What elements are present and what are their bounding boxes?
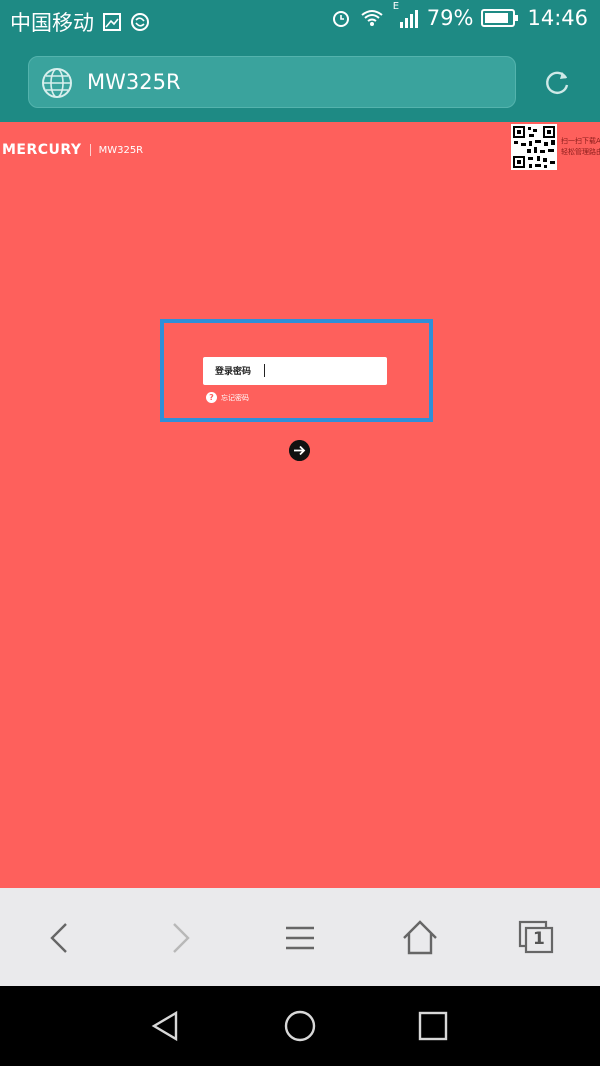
- url-text: MW325R: [87, 70, 181, 94]
- battery-icon: [481, 9, 519, 27]
- qr-code-icon: [511, 124, 557, 170]
- tab-count: 1: [533, 929, 545, 949]
- tabs-button[interactable]: 1: [516, 918, 556, 958]
- help-icon: ?: [206, 392, 217, 403]
- image-icon: [103, 13, 121, 31]
- back-icon[interactable]: [40, 918, 80, 958]
- menu-icon[interactable]: [280, 918, 320, 958]
- model-name: MW325R: [98, 144, 144, 156]
- alarm-icon: [332, 11, 349, 27]
- browser-toolbar: 1: [0, 888, 600, 986]
- reload-icon[interactable]: [542, 68, 572, 98]
- signal-icon: [399, 10, 418, 28]
- battery-percent: 79%: [426, 6, 474, 30]
- password-input[interactable]: 登录密码: [203, 357, 387, 385]
- globe-icon: [42, 68, 72, 98]
- password-label: 登录密码: [215, 367, 252, 377]
- carrier-name: 中国移动: [10, 11, 94, 35]
- forgot-password-text: 忘记密码: [221, 393, 249, 402]
- brand-divider: [89, 144, 91, 156]
- clock: 14:46: [527, 6, 588, 30]
- nav-recents-icon[interactable]: [415, 1008, 451, 1044]
- address-field[interactable]: MW325R: [28, 56, 516, 108]
- qr-caption-line1: 扫一扫下载A: [561, 137, 600, 145]
- home-icon[interactable]: [400, 918, 440, 958]
- nav-home-icon[interactable]: [282, 1008, 318, 1044]
- status-bar: 中国移动 E 79% 14:46: [0, 0, 600, 42]
- forgot-password-link[interactable]: ? 忘记密码: [206, 392, 249, 403]
- login-arrow-button[interactable]: [289, 440, 310, 461]
- brand-header: MERCURY MW325R: [2, 142, 143, 158]
- brand-logo: MERCURY: [2, 142, 82, 158]
- router-login-page: MERCURY MW325R 扫一扫下载A 轻松管理路由 登录密码 ? 忘记密码: [0, 122, 600, 888]
- qr-caption: 扫一扫下载A 轻松管理路由: [561, 136, 600, 158]
- wifi-icon: [361, 10, 383, 26]
- text-caret: [264, 364, 265, 377]
- forward-icon[interactable]: [160, 918, 200, 958]
- qr-caption-line2: 轻松管理路由: [561, 148, 600, 156]
- sync-icon: [131, 13, 149, 31]
- system-nav-bar: [0, 986, 600, 1066]
- nav-back-icon[interactable]: [148, 1008, 184, 1044]
- browser-url-bar: MW325R: [0, 42, 600, 122]
